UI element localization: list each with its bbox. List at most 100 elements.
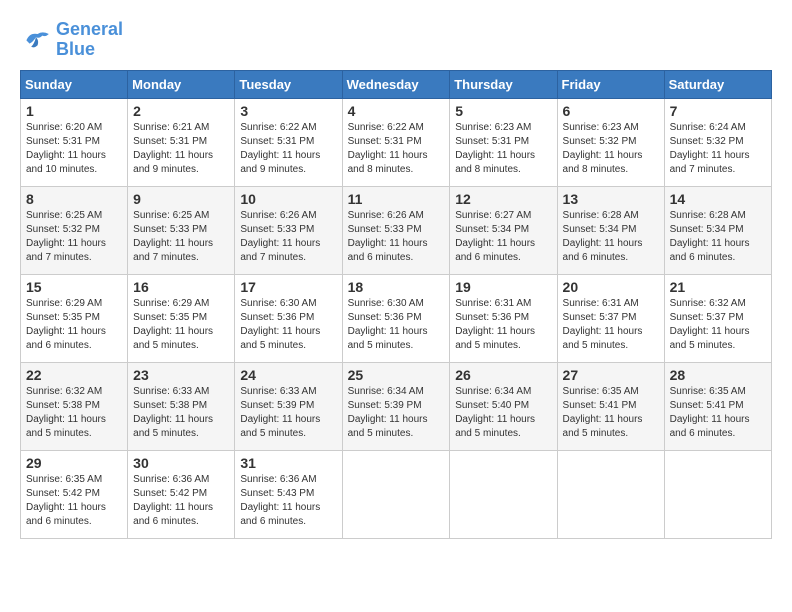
day-number: 22 [26, 367, 122, 383]
column-header-wednesday: Wednesday [342, 70, 450, 98]
day-info: Sunrise: 6:28 AMSunset: 5:34 PMDaylight:… [670, 209, 766, 265]
day-info: Sunrise: 6:36 AMSunset: 5:43 PMDaylight:… [240, 473, 336, 529]
day-number: 21 [670, 279, 766, 295]
calendar-cell: 1 Sunrise: 6:20 AMSunset: 5:31 PMDayligh… [21, 98, 128, 186]
day-info: Sunrise: 6:26 AMSunset: 5:33 PMDaylight:… [240, 209, 336, 265]
day-number: 25 [348, 367, 445, 383]
calendar-week-row: 1 Sunrise: 6:20 AMSunset: 5:31 PMDayligh… [21, 98, 772, 186]
calendar-cell: 9 Sunrise: 6:25 AMSunset: 5:33 PMDayligh… [128, 186, 235, 274]
calendar-cell [664, 450, 771, 538]
day-info: Sunrise: 6:21 AMSunset: 5:31 PMDaylight:… [133, 121, 229, 177]
day-info: Sunrise: 6:32 AMSunset: 5:37 PMDaylight:… [670, 297, 766, 353]
day-info: Sunrise: 6:35 AMSunset: 5:42 PMDaylight:… [26, 473, 122, 529]
page-header: General Blue [20, 20, 772, 60]
calendar-cell: 12 Sunrise: 6:27 AMSunset: 5:34 PMDaylig… [450, 186, 557, 274]
day-info: Sunrise: 6:34 AMSunset: 5:40 PMDaylight:… [455, 385, 551, 441]
day-number: 1 [26, 103, 122, 119]
day-info: Sunrise: 6:29 AMSunset: 5:35 PMDaylight:… [133, 297, 229, 353]
day-number: 11 [348, 191, 445, 207]
calendar-cell: 25 Sunrise: 6:34 AMSunset: 5:39 PMDaylig… [342, 362, 450, 450]
day-info: Sunrise: 6:23 AMSunset: 5:32 PMDaylight:… [563, 121, 659, 177]
day-info: Sunrise: 6:31 AMSunset: 5:37 PMDaylight:… [563, 297, 659, 353]
day-info: Sunrise: 6:28 AMSunset: 5:34 PMDaylight:… [563, 209, 659, 265]
day-number: 17 [240, 279, 336, 295]
calendar-cell: 24 Sunrise: 6:33 AMSunset: 5:39 PMDaylig… [235, 362, 342, 450]
day-info: Sunrise: 6:23 AMSunset: 5:31 PMDaylight:… [455, 121, 551, 177]
calendar-cell: 16 Sunrise: 6:29 AMSunset: 5:35 PMDaylig… [128, 274, 235, 362]
calendar-cell: 8 Sunrise: 6:25 AMSunset: 5:32 PMDayligh… [21, 186, 128, 274]
calendar-cell: 20 Sunrise: 6:31 AMSunset: 5:37 PMDaylig… [557, 274, 664, 362]
day-number: 29 [26, 455, 122, 471]
calendar-cell: 10 Sunrise: 6:26 AMSunset: 5:33 PMDaylig… [235, 186, 342, 274]
logo-icon [20, 26, 52, 54]
day-number: 10 [240, 191, 336, 207]
calendar-cell: 7 Sunrise: 6:24 AMSunset: 5:32 PMDayligh… [664, 98, 771, 186]
calendar-cell: 5 Sunrise: 6:23 AMSunset: 5:31 PMDayligh… [450, 98, 557, 186]
day-number: 27 [563, 367, 659, 383]
calendar-cell: 22 Sunrise: 6:32 AMSunset: 5:38 PMDaylig… [21, 362, 128, 450]
day-info: Sunrise: 6:29 AMSunset: 5:35 PMDaylight:… [26, 297, 122, 353]
day-info: Sunrise: 6:26 AMSunset: 5:33 PMDaylight:… [348, 209, 445, 265]
column-header-saturday: Saturday [664, 70, 771, 98]
calendar-table: SundayMondayTuesdayWednesdayThursdayFrid… [20, 70, 772, 539]
day-number: 13 [563, 191, 659, 207]
day-number: 9 [133, 191, 229, 207]
logo: General Blue [20, 20, 123, 60]
calendar-cell: 3 Sunrise: 6:22 AMSunset: 5:31 PMDayligh… [235, 98, 342, 186]
day-info: Sunrise: 6:25 AMSunset: 5:32 PMDaylight:… [26, 209, 122, 265]
day-number: 3 [240, 103, 336, 119]
day-number: 23 [133, 367, 229, 383]
day-info: Sunrise: 6:36 AMSunset: 5:42 PMDaylight:… [133, 473, 229, 529]
calendar-cell: 14 Sunrise: 6:28 AMSunset: 5:34 PMDaylig… [664, 186, 771, 274]
day-number: 8 [26, 191, 122, 207]
day-number: 15 [26, 279, 122, 295]
calendar-week-row: 22 Sunrise: 6:32 AMSunset: 5:38 PMDaylig… [21, 362, 772, 450]
calendar-cell: 6 Sunrise: 6:23 AMSunset: 5:32 PMDayligh… [557, 98, 664, 186]
calendar-cell: 26 Sunrise: 6:34 AMSunset: 5:40 PMDaylig… [450, 362, 557, 450]
calendar-cell: 11 Sunrise: 6:26 AMSunset: 5:33 PMDaylig… [342, 186, 450, 274]
day-info: Sunrise: 6:31 AMSunset: 5:36 PMDaylight:… [455, 297, 551, 353]
day-info: Sunrise: 6:27 AMSunset: 5:34 PMDaylight:… [455, 209, 551, 265]
day-info: Sunrise: 6:25 AMSunset: 5:33 PMDaylight:… [133, 209, 229, 265]
day-number: 28 [670, 367, 766, 383]
day-number: 19 [455, 279, 551, 295]
calendar-cell: 17 Sunrise: 6:30 AMSunset: 5:36 PMDaylig… [235, 274, 342, 362]
day-info: Sunrise: 6:35 AMSunset: 5:41 PMDaylight:… [563, 385, 659, 441]
calendar-cell: 31 Sunrise: 6:36 AMSunset: 5:43 PMDaylig… [235, 450, 342, 538]
day-number: 12 [455, 191, 551, 207]
logo-text: General Blue [56, 20, 123, 60]
day-info: Sunrise: 6:32 AMSunset: 5:38 PMDaylight:… [26, 385, 122, 441]
day-info: Sunrise: 6:24 AMSunset: 5:32 PMDaylight:… [670, 121, 766, 177]
column-header-friday: Friday [557, 70, 664, 98]
day-number: 16 [133, 279, 229, 295]
calendar-week-row: 8 Sunrise: 6:25 AMSunset: 5:32 PMDayligh… [21, 186, 772, 274]
day-number: 30 [133, 455, 229, 471]
calendar-week-row: 29 Sunrise: 6:35 AMSunset: 5:42 PMDaylig… [21, 450, 772, 538]
calendar-cell: 28 Sunrise: 6:35 AMSunset: 5:41 PMDaylig… [664, 362, 771, 450]
column-header-sunday: Sunday [21, 70, 128, 98]
day-info: Sunrise: 6:35 AMSunset: 5:41 PMDaylight:… [670, 385, 766, 441]
calendar-cell: 15 Sunrise: 6:29 AMSunset: 5:35 PMDaylig… [21, 274, 128, 362]
day-number: 20 [563, 279, 659, 295]
day-number: 14 [670, 191, 766, 207]
calendar-cell: 21 Sunrise: 6:32 AMSunset: 5:37 PMDaylig… [664, 274, 771, 362]
calendar-week-row: 15 Sunrise: 6:29 AMSunset: 5:35 PMDaylig… [21, 274, 772, 362]
calendar-cell: 30 Sunrise: 6:36 AMSunset: 5:42 PMDaylig… [128, 450, 235, 538]
column-header-tuesday: Tuesday [235, 70, 342, 98]
calendar-cell [557, 450, 664, 538]
day-info: Sunrise: 6:34 AMSunset: 5:39 PMDaylight:… [348, 385, 445, 441]
calendar-cell: 4 Sunrise: 6:22 AMSunset: 5:31 PMDayligh… [342, 98, 450, 186]
day-number: 31 [240, 455, 336, 471]
day-info: Sunrise: 6:22 AMSunset: 5:31 PMDaylight:… [348, 121, 445, 177]
day-number: 5 [455, 103, 551, 119]
calendar-cell: 27 Sunrise: 6:35 AMSunset: 5:41 PMDaylig… [557, 362, 664, 450]
day-info: Sunrise: 6:30 AMSunset: 5:36 PMDaylight:… [348, 297, 445, 353]
calendar-cell: 29 Sunrise: 6:35 AMSunset: 5:42 PMDaylig… [21, 450, 128, 538]
day-number: 24 [240, 367, 336, 383]
day-number: 26 [455, 367, 551, 383]
day-number: 7 [670, 103, 766, 119]
calendar-cell [450, 450, 557, 538]
day-number: 18 [348, 279, 445, 295]
calendar-cell: 19 Sunrise: 6:31 AMSunset: 5:36 PMDaylig… [450, 274, 557, 362]
day-number: 6 [563, 103, 659, 119]
